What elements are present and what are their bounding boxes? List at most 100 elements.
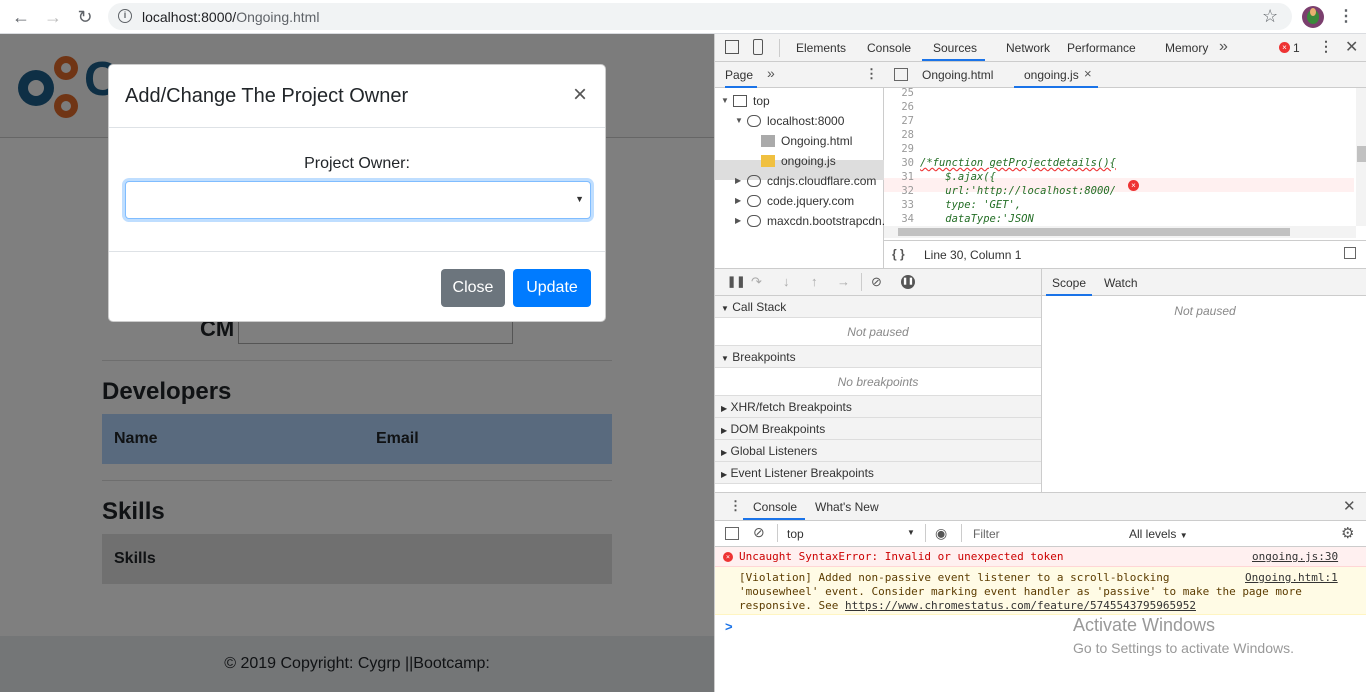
deactivate-breakpoints-icon[interactable]: ⊘ bbox=[871, 274, 882, 290]
line-number[interactable]: 28 bbox=[884, 128, 914, 142]
line-number[interactable]: 26 bbox=[884, 100, 914, 114]
breakpoints-header[interactable]: ▼ Breakpoints bbox=[715, 346, 1041, 368]
navigator-menu-icon[interactable]: ⋮ bbox=[865, 66, 878, 82]
console-settings-gear-icon[interactable]: ⚙ bbox=[1341, 524, 1354, 542]
collapsed-arrow-icon[interactable]: ▶ bbox=[735, 171, 741, 191]
error-count[interactable]: 1 bbox=[1293, 41, 1300, 55]
devtools-menu-icon[interactable]: ⋮ bbox=[1319, 38, 1333, 55]
error-marker-icon[interactable]: × bbox=[1128, 180, 1139, 191]
tree-item-label: localhost:8000 bbox=[767, 114, 845, 128]
pause-on-exceptions-icon[interactable]: ❚❚ bbox=[901, 275, 915, 289]
more-navigator-icon[interactable]: » bbox=[767, 65, 775, 81]
context-select[interactable]: top bbox=[787, 527, 804, 541]
pretty-print-icon[interactable]: { } bbox=[892, 247, 905, 261]
reload-icon[interactable]: ↻ bbox=[74, 6, 96, 28]
pause-icon[interactable]: ❚❚ bbox=[727, 275, 745, 288]
code-area[interactable]: 25 26 27 28 29 30 /*function getProjectdetails… bbox=[884, 88, 1354, 226]
step-out-icon[interactable]: ↑ bbox=[811, 274, 818, 289]
toggle-navigator-icon[interactable] bbox=[894, 68, 908, 81]
tree-item[interactable]: ongoing.js bbox=[715, 151, 884, 171]
tree-item[interactable]: ▼ top bbox=[715, 91, 884, 111]
call-stack-header[interactable]: ▼ Call Stack bbox=[715, 296, 1041, 318]
context-chevron-icon[interactable]: ▼ bbox=[907, 528, 915, 537]
expanded-arrow-icon[interactable]: ▼ bbox=[721, 91, 729, 111]
step-into-icon[interactable]: ↓ bbox=[783, 274, 790, 289]
xhr-breakpoints-header[interactable]: ▶ XHR/fetch Breakpoints bbox=[715, 396, 1041, 418]
line-number[interactable]: 25 bbox=[884, 88, 914, 100]
tree-item[interactable]: ▶ cdnjs.cloudflare.com bbox=[715, 171, 884, 191]
console-sidebar-icon[interactable] bbox=[725, 527, 739, 540]
tree-item[interactable]: Ongoing.html bbox=[715, 131, 884, 151]
error-text: Uncaught SyntaxError: Invalid or unexpec… bbox=[739, 550, 1064, 563]
line-code: $.ajax({ bbox=[920, 171, 996, 183]
close-tab-icon[interactable]: × bbox=[1084, 66, 1092, 81]
url-path: Ongoing.html bbox=[236, 9, 320, 25]
dom-breakpoints-label: DOM Breakpoints bbox=[730, 422, 826, 436]
menu-kebab-icon[interactable]: ⋮ bbox=[1338, 6, 1354, 28]
eye-icon[interactable]: ◉ bbox=[935, 525, 947, 542]
dom-breakpoints-header[interactable]: ▶ DOM Breakpoints bbox=[715, 418, 1041, 440]
bookmark-star-icon[interactable]: ☆ bbox=[1262, 6, 1278, 27]
forward-icon[interactable]: → bbox=[42, 6, 64, 28]
tree-item[interactable]: ▶ code.jquery.com bbox=[715, 191, 884, 211]
step-icon[interactable]: → bbox=[837, 274, 850, 289]
tree-item[interactable]: ▼ localhost:8000 bbox=[715, 111, 884, 131]
global-listeners-header[interactable]: ▶ Global Listeners bbox=[715, 440, 1041, 462]
tab-elements[interactable]: Elements bbox=[796, 41, 846, 55]
line-number[interactable]: 34 bbox=[884, 212, 914, 226]
tree-item[interactable]: ▶ maxcdn.bootstrapcdn. bbox=[715, 211, 885, 231]
collapsed-arrow-icon[interactable]: ▶ bbox=[735, 191, 741, 211]
drawer-tab-console[interactable]: Console bbox=[753, 500, 797, 514]
editor-tab-ongoing-js[interactable]: ongoing.js bbox=[1024, 68, 1079, 82]
close-drawer-icon[interactable]: ✕ bbox=[1343, 497, 1356, 515]
project-owner-select[interactable]: ▼ bbox=[125, 181, 591, 219]
tab-scope[interactable]: Scope bbox=[1052, 276, 1086, 290]
tab-sources[interactable]: Sources bbox=[933, 41, 977, 55]
close-devtools-icon[interactable]: ✕ bbox=[1345, 37, 1358, 57]
expanded-arrow-icon[interactable]: ▼ bbox=[735, 111, 743, 131]
close-icon[interactable]: × bbox=[573, 83, 587, 107]
editor-tab-ongoing-html[interactable]: Ongoing.html bbox=[922, 68, 993, 82]
line-number[interactable]: 31 bbox=[884, 170, 914, 184]
update-button[interactable]: Update bbox=[513, 269, 591, 307]
line-code: type: 'GET', bbox=[920, 199, 1022, 211]
line-number[interactable]: 30 bbox=[884, 156, 914, 170]
more-tabs-icon[interactable]: » bbox=[1219, 38, 1228, 56]
line-number[interactable]: 32 bbox=[884, 184, 914, 198]
drawer-tab-whats-new[interactable]: What's New bbox=[815, 500, 879, 514]
file-icon bbox=[761, 155, 775, 167]
filter-input[interactable]: Filter bbox=[969, 524, 1121, 544]
drawer-menu-icon[interactable]: ⋮ bbox=[729, 498, 742, 514]
tab-page[interactable]: Page bbox=[725, 68, 753, 82]
device-toolbar-icon[interactable] bbox=[753, 39, 763, 55]
collapsed-arrow-icon[interactable]: ▶ bbox=[735, 211, 741, 231]
editor-vscrollbar[interactable] bbox=[1356, 88, 1366, 226]
address-bar[interactable]: i localhost:8000/Ongoing.html ☆ bbox=[108, 3, 1292, 30]
info-icon[interactable]: i bbox=[118, 9, 132, 23]
back-icon[interactable]: ← bbox=[10, 6, 32, 28]
debugger-toolbar: ❚❚ ↷ ↓ ↑ → ⊘ ❚❚ bbox=[715, 268, 1041, 296]
event-listener-breakpoints-header[interactable]: ▶ Event Listener Breakpoints bbox=[715, 462, 1041, 484]
editor-hscrollbar[interactable] bbox=[884, 226, 1356, 238]
inspect-element-icon[interactable] bbox=[725, 40, 739, 54]
profile-avatar[interactable] bbox=[1302, 6, 1324, 28]
line-number[interactable]: 27 bbox=[884, 114, 914, 128]
tree-item-label: top bbox=[753, 94, 770, 108]
levels-select[interactable]: All levels ▼ bbox=[1129, 527, 1188, 541]
chromestatus-link[interactable]: https://www.chromestatus.com/feature/574… bbox=[845, 599, 1196, 612]
tab-memory[interactable]: Memory bbox=[1165, 41, 1208, 55]
close-button[interactable]: Close bbox=[441, 269, 505, 307]
tab-watch[interactable]: Watch bbox=[1104, 276, 1138, 290]
step-over-icon[interactable]: ↷ bbox=[751, 274, 762, 290]
line-number[interactable]: 33 bbox=[884, 198, 914, 212]
warn-source-link[interactable]: Ongoing.html:1 bbox=[1245, 571, 1338, 585]
tab-network[interactable]: Network bbox=[1006, 41, 1050, 55]
clear-console-icon[interactable]: ⊘ bbox=[753, 524, 765, 541]
error-source-link[interactable]: ongoing.js:30 bbox=[1252, 547, 1338, 567]
error-count-icon[interactable]: × bbox=[1279, 42, 1290, 53]
tab-performance[interactable]: Performance bbox=[1067, 41, 1136, 55]
toggle-debugger-icon[interactable] bbox=[1344, 247, 1356, 259]
console-prompt-icon: > bbox=[725, 619, 733, 634]
line-number[interactable]: 29 bbox=[884, 142, 914, 156]
tab-console[interactable]: Console bbox=[867, 41, 911, 55]
